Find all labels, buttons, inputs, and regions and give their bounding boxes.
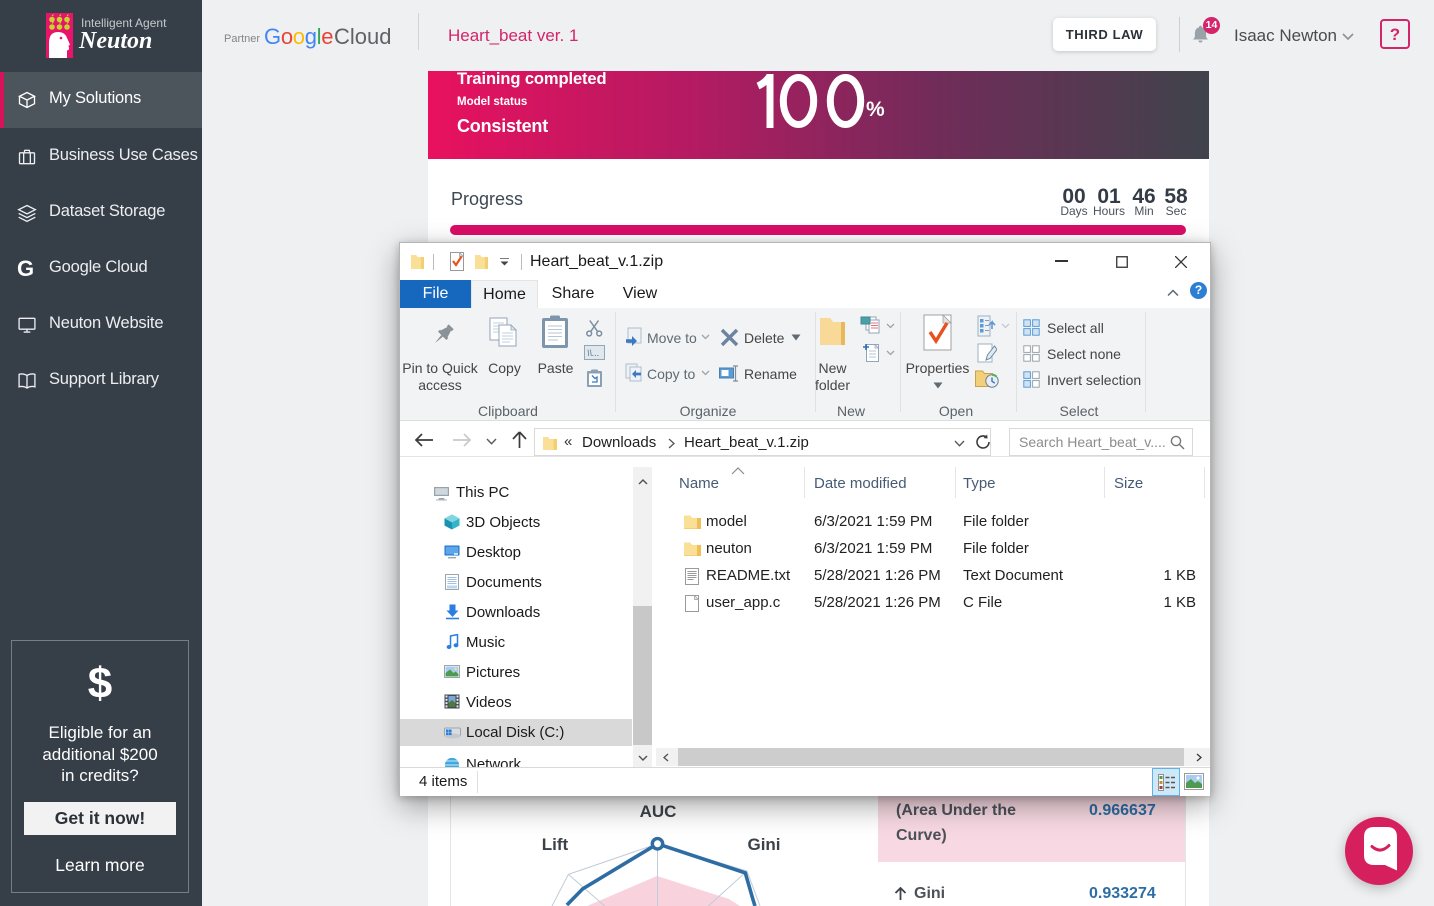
svg-text:\\...: \\... [587, 348, 600, 358]
